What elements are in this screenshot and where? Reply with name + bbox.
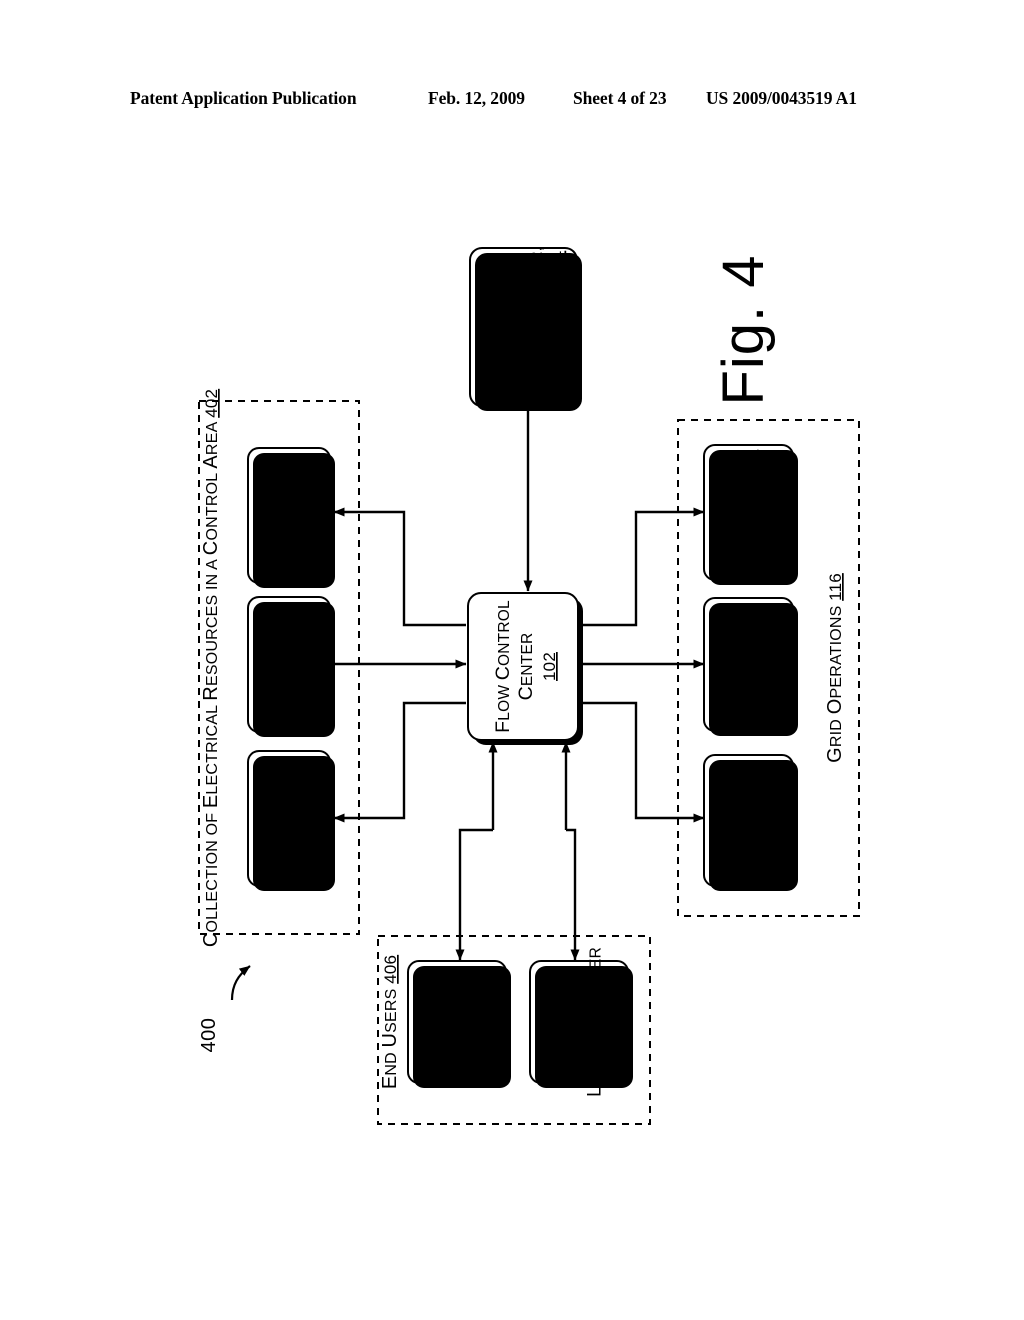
svg-text:ELECTRICAL: ELECTRICAL [260,465,282,565]
em-line2: ARKETS [746,781,763,844]
svg-text:ENERGY: ENERGY [720,786,742,855]
svg-text:ACQUISITION: ACQUISITION [503,274,525,380]
svg-text:OWNER: OWNER [462,990,484,1054]
box-information-acquisition-engine: INFORMATION ACQUISITION ENGINE (WEATHER,… [469,247,582,411]
ero-line2: ESOURCE [444,976,461,1054]
ero-line3: WNER [466,990,483,1038]
svg-text:EVENTS, ETC.) 414: EVENTS, ETC.) 414 [547,251,569,404]
diagram-ref-text: 400 [198,1018,220,1053]
box-automated-grid-control: AUTOMATED GRID CONTROL 118 [703,444,798,585]
connector-fcc-to-resource-3 [333,701,466,823]
svg-text:RESOURCE: RESOURCE [282,469,304,561]
eclo-ref: 410 [609,1008,628,1037]
go-line2: PERATOR [746,619,763,694]
er2-ref: 112 [307,651,326,679]
svg-text:END USERS 406: END USERS 406 [379,955,401,1089]
er3-line1: LECTRICAL [264,768,281,855]
eclo-line1: LECTRICAL [544,972,561,1059]
patent-page: Patent Application Publication Feb. 12, … [0,0,1024,1320]
connector-fcc-to-location-owner [566,828,580,961]
svg-text:RESOURCE: RESOURCE [440,976,462,1068]
connector-fcc-to-resource-1 [333,507,466,627]
agc-ref: 118 [767,499,786,527]
info-box-line4: VENTS, [551,328,568,390]
end-users-ref: 406 [381,955,400,984]
grid-operations-ref: 116 [826,573,845,601]
er2-line1: LECTRICAL [264,614,281,701]
group-label-control-area: COLLECTION OF ELECTRICAL RESOURCES IN A … [200,389,222,947]
svg-text:GRID OPERATIONS 116: GRID OPERATIONS 116 [824,573,846,763]
box-electrical-connection-location-owner: ELECTRICAL CONNECTION LOCATION OWNER 410 [529,947,633,1097]
svg-text:FLOW CONTROL: FLOW CONTROL [492,600,514,733]
eclo-line3: OCATION [588,1011,605,1086]
go-line1: RID [724,643,741,670]
diagram-ref-400: 400 [198,965,251,1053]
connector-fcc-to-energy-markets [580,701,705,823]
agc-line2: RID [746,529,763,561]
info-box-ref: 414 [549,251,568,280]
svg-text:GRID: GRID [720,643,742,686]
er3-ref: 112 [307,805,326,833]
svg-text:AUTOMATED: AUTOMATED [720,462,742,562]
ero-line1: LECTRICAL [422,972,439,1059]
er1-line1: LECTRICAL [264,465,281,552]
svg-text:ENGINE (WEATHER,: ENGINE (WEATHER, [525,247,547,408]
er3-line2: ESOURCE [286,772,303,850]
agc-line1: UTOMATED [724,462,741,549]
svg-text:RESOURCE: RESOURCE [282,772,304,864]
box-electrical-resource-3: ELECTRICAL RESOURCE 112 [247,750,335,891]
svg-text:OPERATOR: OPERATOR [742,619,764,709]
svg-text:ELECTRICAL: ELECTRICAL [540,972,562,1072]
svg-text:GRID CONTROL: GRID CONTROL [742,449,764,576]
connector-fcc-to-agc [580,507,705,627]
info-box-line2: CQUISITION [507,274,524,366]
er2-line2: ESOURCE [286,618,303,696]
svg-text:COLLECTION OF ELECTRICAL RESOU: COLLECTION OF ELECTRICAL RESOURCES IN A … [200,389,222,947]
eclo-line2: ONNECTION [566,967,583,1062]
box-energy-markets: ENERGY MARKETS 412 [703,754,798,891]
group-label-end-users: END USERS 406 [379,955,401,1089]
fcc-ref: 102 [540,652,559,681]
svg-text:ELECTRICAL: ELECTRICAL [260,768,282,868]
connector-fcc-to-resource-owner [455,828,493,961]
ero-ref: 408 [487,1008,506,1037]
box-flow-control-center: FLOW CONTROL CENTER 102 [467,592,583,745]
svg-text:ELECTRICAL: ELECTRICAL [418,972,440,1072]
svg-text:INFORMATION: INFORMATION [481,272,503,383]
info-box-line3: NGINE [529,339,546,394]
fcc-line1: LOW [496,680,513,720]
svg-text:MARKETS: MARKETS [742,781,764,861]
er1-ref: 112 [307,502,326,530]
group-label-grid-operations: GRID OPERATIONS 116 [824,573,846,763]
control-area-ref: 402 [202,389,221,418]
svg-text:RESOURCE: RESOURCE [282,618,304,710]
svg-text:CONNECTION: CONNECTION [562,967,584,1076]
box-grid-operator: GRID OPERATOR 404 [703,597,798,736]
go-ref: 404 [767,650,786,679]
figure-label-text: Fig. 4 [711,254,776,405]
box-electrical-resource-1: ELECTRICAL RESOURCE 112 [247,447,335,588]
er1-line2: ESOURCE [286,469,303,547]
svg-text:LOCATION OWNER: LOCATION OWNER [584,947,606,1097]
em-ref: 412 [767,806,786,835]
fcc-line2: ENTER [519,633,536,687]
figure-label: Fig. 4 [711,254,776,405]
svg-text:ELECTRICAL: ELECTRICAL [260,614,282,714]
box-electrical-resource-owner: ELECTRICAL RESOURCE OWNER 408 [407,960,511,1088]
box-electrical-resource-2: ELECTRICAL RESOURCE 112 [247,596,335,737]
figure-4-diagram: INFORMATION ACQUISITION ENGINE (WEATHER,… [0,0,1024,1320]
svg-text:CENTER: CENTER [515,633,537,701]
info-box-line1: NFORMATION [485,272,502,377]
em-line1: NERGY [724,786,741,842]
